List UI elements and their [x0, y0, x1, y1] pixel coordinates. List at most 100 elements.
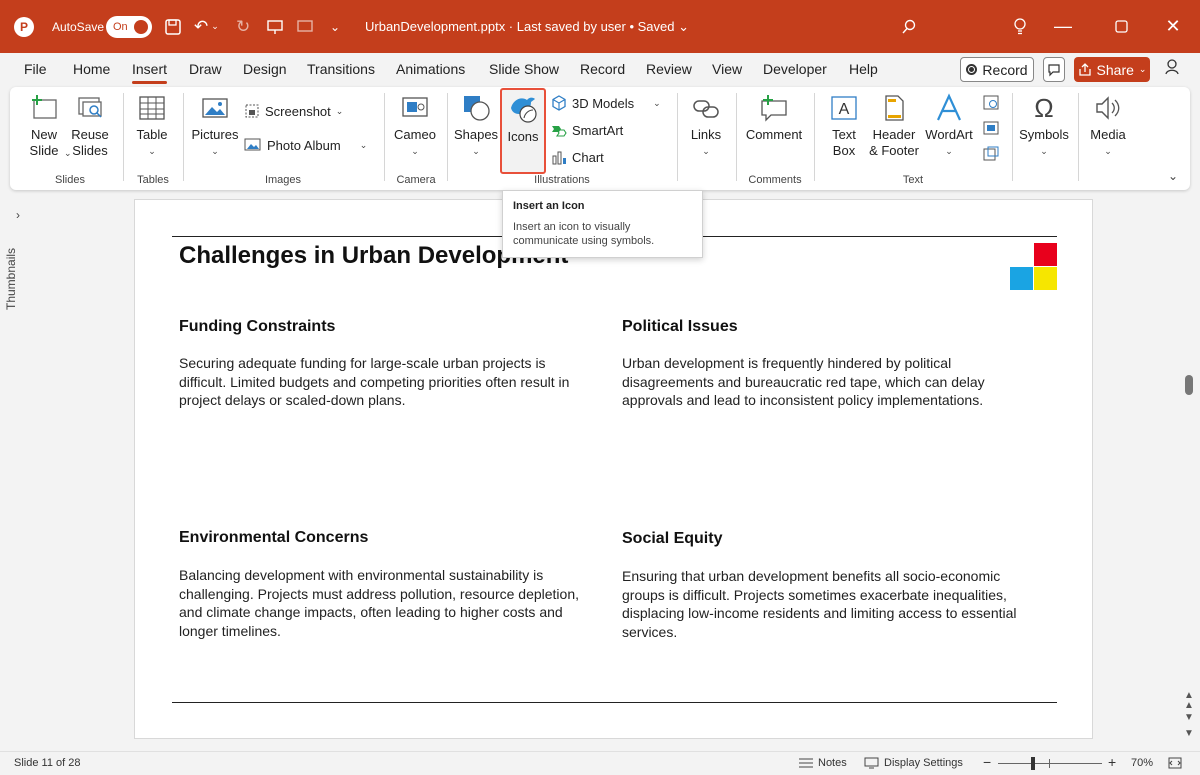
search-icon[interactable]	[894, 0, 924, 53]
tab-transitions[interactable]: Transitions	[307, 61, 375, 77]
share-dropdown-icon: ⌄	[1138, 64, 1147, 74]
ribbon-separator	[677, 93, 678, 181]
coauthor-icon[interactable]	[1164, 58, 1182, 81]
tab-slide-show[interactable]: Slide Show	[489, 61, 559, 77]
new-comment-icon	[758, 91, 790, 125]
share-button-label: Share	[1096, 61, 1134, 78]
save-icon[interactable]	[164, 0, 182, 53]
photo-album-button[interactable]: Photo Album ⌄	[244, 137, 367, 153]
symbols-button[interactable]: Ω Symbols ⌄	[1018, 91, 1070, 159]
wordart-button[interactable]: WordArt ⌄	[924, 91, 974, 159]
tab-review[interactable]: Review	[646, 61, 692, 77]
tab-insert[interactable]: Insert	[132, 61, 168, 84]
text-box-button[interactable]: A Text Box	[822, 91, 866, 159]
record-icon	[966, 64, 978, 75]
section-body[interactable]: Balancing development with environmental…	[179, 566, 579, 640]
media-button[interactable]: Media ⌄	[1086, 91, 1130, 159]
status-bar: Slide 11 of 28 Notes Display Settings − …	[0, 751, 1200, 775]
object-button[interactable]	[982, 145, 1000, 163]
document-title[interactable]: UrbanDevelopment.pptx · Last saved by us…	[365, 0, 689, 53]
pictures-dropdown-icon: ⌄	[211, 146, 219, 156]
zoom-level[interactable]: 70%	[1131, 757, 1153, 769]
table-icon	[136, 91, 168, 125]
comment-button[interactable]: Comment	[744, 91, 804, 143]
section-heading[interactable]: Environmental Concerns	[179, 529, 368, 547]
zoom-out-button[interactable]: −	[983, 754, 991, 770]
group-label-text: Text	[902, 174, 924, 186]
new-slide-button[interactable]: New Slide ⌄	[20, 91, 72, 159]
tab-animations[interactable]: Animations	[396, 61, 465, 77]
ribbon-separator	[447, 93, 448, 181]
tab-developer[interactable]: Developer	[763, 61, 827, 77]
icons-bird-leaf-icon	[507, 93, 539, 127]
notes-button[interactable]: Notes	[798, 757, 847, 769]
zoom-slider-thumb[interactable]	[1031, 757, 1035, 770]
collapse-ribbon-icon[interactable]: ⌄	[1168, 169, 1178, 183]
tab-record[interactable]: Record	[580, 61, 625, 77]
present-from-current-icon[interactable]	[296, 0, 314, 53]
thumbnails-label[interactable]: Thumbnails	[4, 248, 18, 310]
tab-view[interactable]: View	[712, 61, 742, 77]
close-icon[interactable]: ✕	[1158, 0, 1188, 53]
next-slide-icon[interactable]: ▼	[1184, 712, 1194, 723]
section-body[interactable]: Ensuring that urban development benefits…	[622, 567, 1022, 641]
tab-design[interactable]: Design	[243, 61, 287, 77]
reuse-slides-button[interactable]: Reuse Slides	[70, 91, 110, 159]
autosave-toggle[interactable]: On	[106, 0, 152, 53]
shapes-button[interactable]: Shapes ⌄	[454, 91, 498, 159]
previous-slide-icon[interactable]: ▲	[1184, 700, 1194, 711]
chart-button[interactable]: Chart	[551, 149, 604, 165]
date-time-button[interactable]	[982, 93, 1000, 111]
comments-pane-button[interactable]	[1043, 57, 1065, 82]
text-box-label: Text Box	[832, 127, 856, 158]
lightbulb-icon[interactable]	[1005, 0, 1035, 53]
tab-home[interactable]: Home	[73, 61, 110, 77]
maximize-icon[interactable]	[1106, 0, 1136, 53]
present-icon[interactable]	[266, 0, 284, 53]
minimize-icon[interactable]: —	[1048, 0, 1078, 53]
group-label-comments: Comments	[748, 174, 802, 186]
icons-button[interactable]: Icons	[500, 88, 546, 174]
tab-help[interactable]: Help	[849, 61, 878, 77]
pictures-button[interactable]: Pictures ⌄	[190, 91, 240, 159]
smartart-button[interactable]: SmartArt	[551, 122, 623, 138]
scrollbar-thumb[interactable]	[1185, 375, 1193, 395]
table-button[interactable]: Table ⌄	[132, 91, 172, 159]
display-settings-label: Display Settings	[884, 757, 963, 769]
speaker-icon	[1092, 91, 1124, 125]
fit-to-window-icon[interactable]	[1168, 757, 1182, 769]
text-box-icon: A	[828, 91, 860, 125]
tab-draw[interactable]: Draw	[189, 61, 222, 77]
screenshot-button[interactable]: Screenshot ⌄	[244, 103, 343, 119]
shapes-dropdown-icon: ⌄	[472, 146, 480, 156]
display-settings-button[interactable]: Display Settings	[864, 757, 963, 769]
share-icon	[1078, 62, 1091, 76]
links-button[interactable]: Links ⌄	[686, 91, 726, 159]
icons-label: Icons	[507, 129, 539, 144]
title-bar: P AutoSave On ↶ ⌄ ↻ ⌄ UrbanDevelopment.pp…	[0, 0, 1200, 53]
expand-thumbnails-icon[interactable]: ›	[16, 208, 20, 222]
zoom-slider-track[interactable]	[998, 763, 1102, 764]
undo-icon[interactable]: ↶ ⌄	[194, 0, 219, 53]
section-heading[interactable]: Funding Constraints	[179, 318, 335, 336]
customize-toolbar-icon[interactable]: ⌄	[330, 0, 340, 53]
slide-number-button[interactable]	[982, 119, 1000, 137]
zoom-in-button[interactable]: +	[1108, 754, 1116, 770]
redo-icon[interactable]: ↻	[236, 0, 250, 53]
3d-models-button[interactable]: 3D Models ⌄	[551, 95, 661, 111]
color-squares-decoration[interactable]	[1010, 243, 1057, 290]
tab-file[interactable]: File	[24, 61, 47, 77]
record-button[interactable]: Record	[960, 57, 1034, 82]
section-heading[interactable]: Social Equity	[622, 530, 722, 548]
share-button[interactable]: Share ⌄	[1074, 57, 1150, 82]
cameo-button[interactable]: Cameo ⌄	[392, 91, 438, 159]
scroll-down-icon[interactable]: ▼	[1184, 728, 1194, 739]
section-body[interactable]: Securing adequate funding for large-scal…	[179, 354, 579, 410]
section-heading[interactable]: Political Issues	[622, 318, 738, 336]
header-footer-button[interactable]: Header & Footer	[867, 91, 921, 159]
section-body[interactable]: Urban development is frequently hindered…	[622, 354, 1022, 410]
vertical-scrollbar[interactable]: ▲ ▲ ▼ ▼	[1183, 200, 1197, 745]
bottom-rule	[172, 702, 1057, 703]
reuse-slides-label: Reuse Slides	[71, 127, 109, 158]
slide-canvas[interactable]: Challenges in Urban Development Funding …	[134, 199, 1093, 739]
